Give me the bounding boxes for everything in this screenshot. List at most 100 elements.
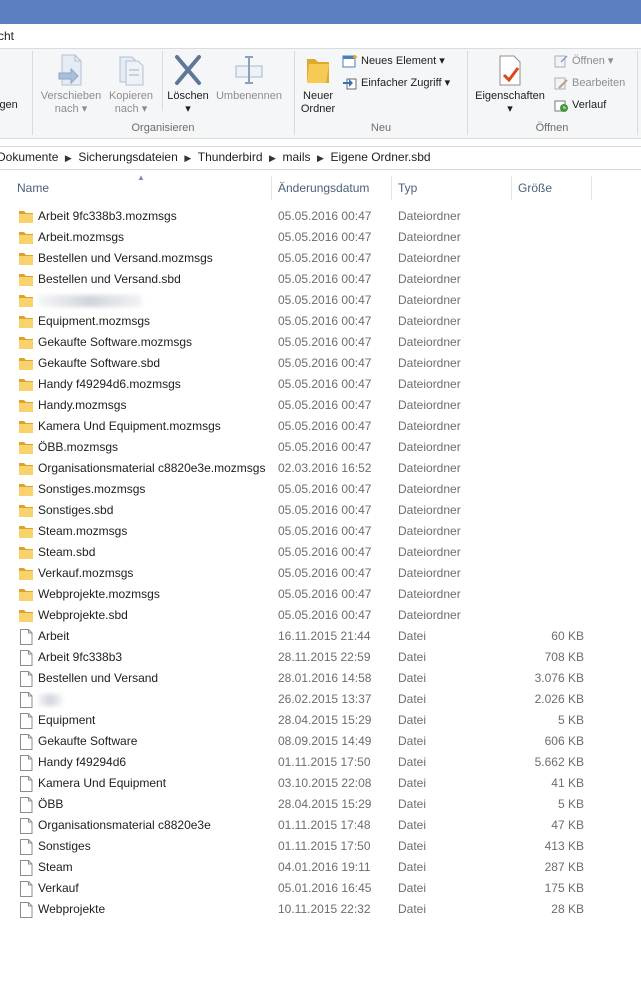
folder-icon [18, 587, 34, 605]
table-row[interactable]: Gekaufte Software.mozmsgs 05.05.2016 00:4… [0, 332, 641, 353]
column-header-name[interactable]: Name [17, 181, 49, 195]
column-resize-handle[interactable] [271, 176, 272, 200]
table-row[interactable]: Handy f49294d6.mozmsgs 05.05.2016 00:47 Da… [0, 374, 641, 395]
table-row[interactable]: Bestellen und Versand.mozmsgs 05.05.2016 … [0, 248, 641, 269]
table-row[interactable]: Arbeit 9fc338b3.mozmsgs 05.05.2016 00:47 D… [0, 206, 641, 227]
new-item-button[interactable]: Neues Element ▾ [342, 52, 445, 70]
file-name: Sonstiges [38, 839, 91, 853]
open-button[interactable]: Öffnen ▾ [553, 52, 613, 70]
new-group-label: Neu [370, 122, 392, 134]
file-modified-date: 28.04.2015 15:29 [278, 713, 372, 727]
breadcrumb-item-current[interactable]: Eigene Ordner.sbd [331, 150, 431, 164]
table-row[interactable]: ÖBB 28.04.2015 15:29 Datei 5 KB [0, 794, 641, 815]
file-type: Dateiordner [398, 440, 461, 454]
folder-icon [18, 251, 34, 269]
new-folder-button[interactable]: Neuer Ordner [296, 53, 340, 116]
table-row[interactable]: Gekaufte Software 08.09.2015 14:49 Datei 60… [0, 731, 641, 752]
file-name: Equipment [38, 713, 96, 727]
folder-icon [18, 335, 34, 353]
table-row[interactable]: Sonstiges.mozmsgs 05.05.2016 00:47 Dateior… [0, 479, 641, 500]
table-row[interactable]: Kamera Und Equipment.mozmsgs 05.05.2016 0… [0, 416, 641, 437]
move-to-button[interactable]: Verschieben nach ▾ [38, 53, 104, 116]
column-header-size[interactable]: Größe [518, 181, 552, 195]
folder-icon [18, 461, 34, 479]
redacted-file-name [38, 295, 142, 307]
table-row[interactable]: Bestellen und Versand 28.01.2016 14:58 Dat… [0, 668, 641, 689]
file-type: Dateiordner [398, 587, 461, 601]
window-title-bar [0, 0, 641, 24]
file-modified-date: 05.05.2016 00:47 [278, 524, 372, 538]
folder-icon [18, 482, 34, 500]
file-name: ÖBB.mozmsgs [38, 440, 119, 454]
table-row[interactable]: Handy f49294d6 01.11.2015 17:50 Datei 5.662… [0, 752, 641, 773]
table-row[interactable]: Steam.sbd 05.05.2016 00:47 Dateiordner [0, 542, 641, 563]
table-row[interactable]: Equipment.mozmsgs 05.05.2016 00:47 Dateior… [0, 311, 641, 332]
copy-to-button[interactable]: Kopieren nach ▾ [104, 53, 158, 116]
column-header-date[interactable]: Änderungsdatum [278, 181, 369, 195]
file-modified-date: 16.11.2015 21:44 [278, 629, 371, 643]
folder-icon [18, 209, 34, 227]
file-name: Bestellen und Versand.sbd [38, 272, 181, 286]
table-row[interactable]: Arbeit 9fc338b3 28.11.2015 22:59 Datei 708 … [0, 647, 641, 668]
delete-button[interactable]: Löschen ▾ [164, 53, 212, 116]
rename-button[interactable]: Umbenennen [212, 53, 286, 103]
table-row[interactable]: 05.05.2016 00:47 Dateiordner [0, 290, 641, 311]
file-type: Dateiordner [398, 230, 461, 244]
table-row[interactable]: ÖBB.mozmsgs 05.05.2016 00:47 Dateiordner [0, 437, 641, 458]
table-row[interactable]: 26.02.2015 13:37 Datei 2.026 KB [0, 689, 641, 710]
chevron-right-icon[interactable]: ▶ [263, 153, 283, 164]
breadcrumb-item-mails[interactable]: mails [283, 150, 311, 164]
history-button[interactable]: Verlauf [553, 96, 606, 114]
breadcrumb-item-thunderbird[interactable]: Thunderbird [198, 150, 263, 164]
tab-view[interactable]: cht [0, 29, 14, 43]
file-name: Arbeit [38, 629, 70, 643]
table-row[interactable]: Kamera Und Equipment 03.10.2015 22:08 Date… [0, 773, 641, 794]
chevron-right-icon[interactable]: ▶ [58, 153, 78, 164]
table-row[interactable]: Steam 04.01.2016 19:11 Datei 287 KB [0, 857, 641, 878]
edit-icon [554, 77, 568, 90]
address-bar[interactable]: Dokumente ▶ Sicherungsdateien ▶ Thunderbird ▶… [0, 146, 641, 170]
folder-icon [18, 419, 34, 437]
table-row[interactable]: Organisationsmaterial c8820e3e.mozmsgs 02… [0, 458, 641, 479]
table-row[interactable]: Verkauf 05.01.2016 16:45 Datei 175 KB [0, 878, 641, 899]
file-modified-date: 05.05.2016 00:47 [278, 419, 372, 433]
column-resize-handle[interactable] [591, 176, 592, 200]
file-modified-date: 05.05.2016 00:47 [278, 398, 372, 412]
table-row[interactable]: Arbeit.mozmsgs 05.05.2016 00:47 Dateiordne… [0, 227, 641, 248]
edit-button[interactable]: Bearbeiten [553, 74, 625, 92]
folder-icon [18, 314, 34, 332]
column-resize-handle[interactable] [511, 176, 512, 200]
breadcrumb-item-backups[interactable]: Sicherungsdateien [78, 150, 177, 164]
table-row[interactable]: Arbeit 16.11.2015 21:44 Datei 60 KB [0, 626, 641, 647]
table-row[interactable]: Bestellen und Versand.sbd 05.05.2016 00:4… [0, 269, 641, 290]
column-resize-handle[interactable] [391, 176, 392, 200]
table-row[interactable]: Equipment 28.04.2015 15:29 Datei 5 KB [0, 710, 641, 731]
file-type: Datei [398, 755, 427, 769]
properties-button[interactable]: Eigenschaften ▾ [470, 53, 550, 116]
easy-access-button[interactable]: Einfacher Zugriff ▾ [342, 74, 450, 92]
table-row[interactable]: Webprojekte 10.11.2015 22:32 Datei 28 KB [0, 899, 641, 920]
chevron-right-icon[interactable]: ▶ [311, 153, 331, 164]
partial-ribbon-button[interactable]: igen [0, 99, 18, 112]
file-modified-date: 05.05.2016 00:47 [278, 314, 372, 328]
file-name: Bestellen und Versand [38, 671, 159, 685]
table-row[interactable]: Organisationsmaterial c8820e3e 01.11.2015… [0, 815, 641, 836]
file-name: Arbeit 9fc338b3.mozmsgs [38, 209, 177, 223]
breadcrumb: Dokumente ▶ Sicherungsdateien ▶ Thunderbird ▶… [0, 150, 431, 164]
column-header-type[interactable]: Typ [398, 181, 417, 195]
breadcrumb-item-documents[interactable]: Dokumente [0, 150, 58, 164]
file-modified-date: 01.11.2015 17:50 [278, 839, 371, 853]
file-type: Dateiordner [398, 251, 461, 265]
table-row[interactable]: Webprojekte.sbd 05.05.2016 00:47 Dateiordn… [0, 605, 641, 626]
file-size: 606 KB [544, 734, 584, 748]
table-row[interactable]: Steam.mozmsgs 05.05.2016 00:47 Dateiordner [0, 521, 641, 542]
file-type: Dateiordner [398, 398, 461, 412]
file-name: Arbeit.mozmsgs [38, 230, 125, 244]
table-row[interactable]: Verkauf.mozmsgs 05.05.2016 00:47 Dateiordn… [0, 563, 641, 584]
table-row[interactable]: Handy.mozmsgs 05.05.2016 00:47 Dateiordner [0, 395, 641, 416]
chevron-right-icon[interactable]: ▶ [178, 153, 198, 164]
table-row[interactable]: Sonstiges 01.11.2015 17:50 Datei 413 KB [0, 836, 641, 857]
table-row[interactable]: Sonstiges.sbd 05.05.2016 00:47 Dateiordner [0, 500, 641, 521]
table-row[interactable]: Webprojekte.mozmsgs 05.05.2016 00:47 Datei… [0, 584, 641, 605]
table-row[interactable]: Gekaufte Software.sbd 05.05.2016 00:47 Dat… [0, 353, 641, 374]
